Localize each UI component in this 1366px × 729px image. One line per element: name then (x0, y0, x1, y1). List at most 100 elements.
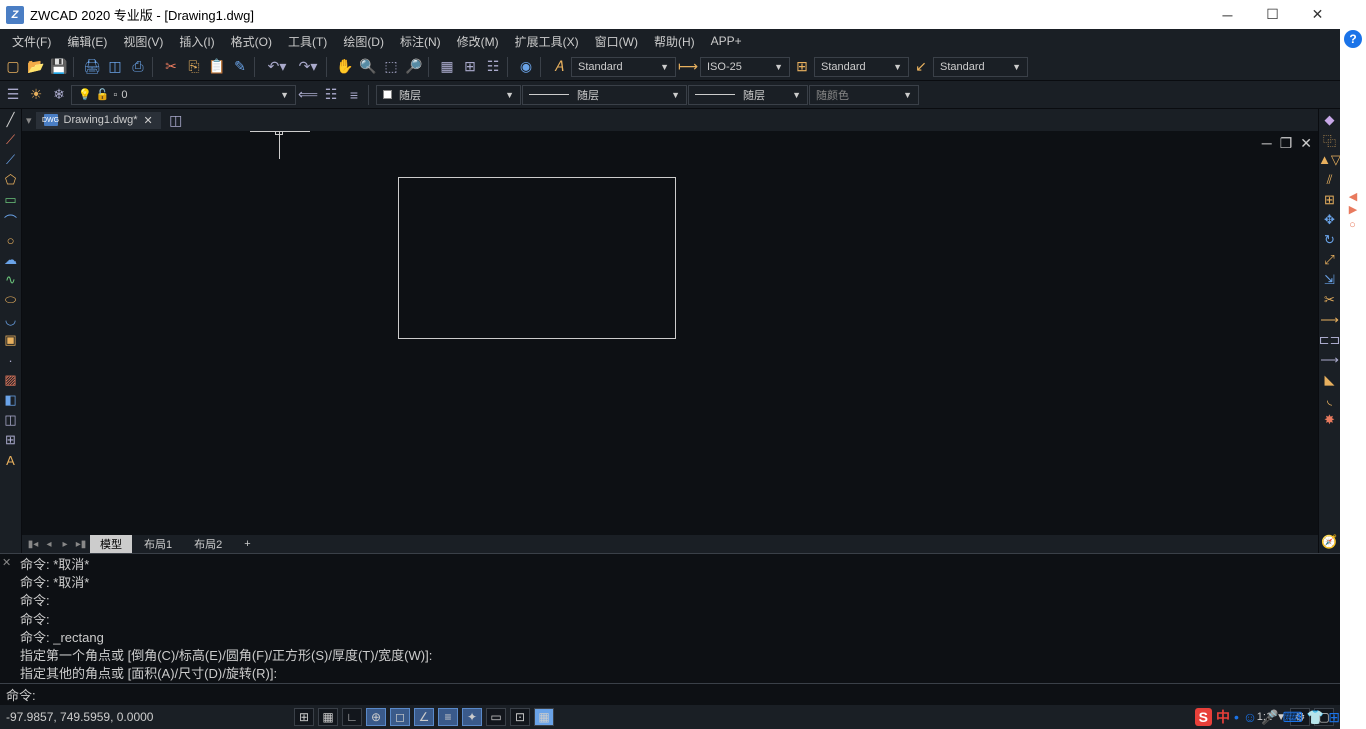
menu-app[interactable]: APP+ (703, 31, 750, 51)
xline-icon[interactable]: ⟋ (2, 131, 20, 149)
undo-button[interactable]: ↶▾ (262, 56, 292, 78)
explode-icon[interactable]: ✸ (1321, 411, 1339, 429)
fillet-icon[interactable]: ◟ (1321, 391, 1339, 409)
command-input[interactable] (40, 687, 1334, 702)
cycle-toggle[interactable]: ▭ (486, 708, 506, 726)
zoom-win-button[interactable]: ⬚ (380, 56, 402, 78)
ime-keyboard-icon[interactable]: ⌨ (1283, 709, 1303, 726)
tab-add[interactable]: + (234, 537, 260, 551)
ime-mic-icon[interactable]: 🎤 (1261, 709, 1278, 726)
osnap-toggle[interactable]: ◻ (390, 708, 410, 726)
break-icon[interactable]: ⊏⊐ (1321, 331, 1339, 349)
tab-prev-icon[interactable]: ◂ (42, 539, 56, 550)
ime-tool-icon[interactable]: ⊞ (1328, 709, 1340, 726)
pan-button[interactable]: ✋ (334, 56, 356, 78)
ime-skin-icon[interactable]: 👕 (1307, 709, 1324, 726)
menu-tools[interactable]: 工具(T) (280, 30, 335, 53)
lweight-dropdown[interactable]: 随层▼ (688, 85, 808, 105)
arc-icon[interactable]: ⌒ (2, 211, 20, 229)
save-button[interactable]: 💾 (48, 56, 70, 78)
tab-first-icon[interactable]: ▮◂ (26, 539, 40, 550)
table-button[interactable]: ▦ (436, 56, 458, 78)
snap-toggle[interactable]: ⊞ (294, 708, 314, 726)
tab-close-icon[interactable]: ✕ (144, 114, 153, 127)
misc-toggle[interactable]: ▦ (534, 708, 554, 726)
spline-icon[interactable]: ∿ (2, 271, 20, 289)
tab-layout1[interactable]: 布局1 (134, 535, 182, 553)
menu-help[interactable]: 帮助(H) (646, 30, 703, 53)
circle-icon[interactable]: ○ (2, 231, 20, 249)
mdi-close-icon[interactable]: ✕ (1300, 135, 1312, 152)
layerwalk-button[interactable]: ≡ (343, 84, 365, 106)
cut-button[interactable]: ✂ (160, 56, 182, 78)
otrack-toggle[interactable]: ∠ (414, 708, 434, 726)
new-button[interactable]: ▢ (2, 56, 24, 78)
doc-tab-drawing1[interactable]: DWG Drawing1.dwg* ✕ (36, 112, 161, 129)
ime-emoji-icon[interactable]: ☺ (1243, 709, 1257, 725)
props-button[interactable]: ☷ (482, 56, 504, 78)
textstyle-icon[interactable]: 𝐴 (548, 56, 570, 78)
calc-button[interactable]: ⊞ (459, 56, 481, 78)
copy-button[interactable]: ⎘ (183, 56, 205, 78)
tablestyle-dropdown[interactable]: Standard▼ (814, 57, 909, 77)
ime-punct-icon[interactable]: • (1234, 709, 1239, 725)
color-dropdown[interactable]: 随层▼ (376, 85, 521, 105)
rotate-icon[interactable]: ↻ (1321, 231, 1339, 249)
tab-next-icon[interactable]: ▸ (58, 539, 72, 550)
command-line[interactable]: 命令: (0, 683, 1340, 705)
mirror-icon[interactable]: ▲▽ (1321, 151, 1339, 169)
layeriso-button[interactable]: ☀ (25, 84, 47, 106)
menu-window[interactable]: 窗口(W) (587, 30, 646, 53)
ltype-dropdown[interactable]: 随层▼ (522, 85, 687, 105)
nav-icon[interactable]: 🧭 (1321, 533, 1339, 551)
layerfreeze-button[interactable]: ❄ (48, 84, 70, 106)
menu-edit[interactable]: 编辑(E) (59, 30, 115, 53)
menu-modify[interactable]: 修改(M) (449, 30, 507, 53)
zoom-rt-button[interactable]: 🔍 (357, 56, 379, 78)
close-button[interactable]: ✕ (1295, 0, 1340, 29)
block-icon[interactable]: ▣ (2, 331, 20, 349)
textstyle-dropdown[interactable]: Standard▼ (571, 57, 676, 77)
tab-layout2[interactable]: 布局2 (184, 535, 232, 553)
mdi-minimize-icon[interactable]: ─ (1262, 135, 1272, 152)
revcloud-icon[interactable]: ☁ (2, 251, 20, 269)
layermanager-button[interactable]: ☰ (2, 84, 24, 106)
table-icon[interactable]: ⊞ (2, 431, 20, 449)
model-toggle[interactable]: ⊡ (510, 708, 530, 726)
menu-insert[interactable]: 插入(I) (171, 30, 222, 53)
move-icon[interactable]: ✥ (1321, 211, 1339, 229)
chamfer-icon[interactable]: ◣ (1321, 371, 1339, 389)
layerstate-button[interactable]: ☷ (320, 84, 342, 106)
mdi-restore-icon[interactable]: ❐ (1280, 135, 1293, 152)
scale-icon[interactable]: ⤢ (1321, 251, 1339, 269)
lwt-toggle[interactable]: ≡ (438, 708, 458, 726)
polar-toggle[interactable]: ⊕ (366, 708, 386, 726)
help-bubble-icon[interactable]: ? (1344, 30, 1362, 48)
pline-icon[interactable]: ⟋ (2, 151, 20, 169)
dimstyle-icon[interactable]: ⟼ (677, 56, 699, 78)
dimstyle-dropdown[interactable]: ISO-25▼ (700, 57, 790, 77)
publish-button[interactable]: ⎙ (127, 56, 149, 78)
drawing-canvas[interactable]: ─ ❐ ✕ (22, 131, 1318, 535)
ortho-toggle[interactable]: ∟ (342, 708, 362, 726)
menu-format[interactable]: 格式(O) (223, 30, 280, 53)
open-button[interactable]: 📂 (25, 56, 47, 78)
tab-last-icon[interactable]: ▸▮ (74, 539, 88, 550)
region-icon[interactable]: ◫ (2, 411, 20, 429)
menu-file[interactable]: 文件(F) (4, 30, 59, 53)
grid-toggle[interactable]: ▦ (318, 708, 338, 726)
mtext-icon[interactable]: A (2, 451, 20, 469)
ellipsearc-icon[interactable]: ◡ (2, 311, 20, 329)
array-icon[interactable]: ⊞ (1321, 191, 1339, 209)
maximize-button[interactable]: ☐ (1250, 0, 1295, 29)
gradient-icon[interactable]: ◧ (2, 391, 20, 409)
matchprop-button[interactable]: ✎ (229, 56, 251, 78)
tablestyle-icon[interactable]: ⊞ (791, 56, 813, 78)
coords-display[interactable]: -97.9857, 749.5959, 0.0000 (6, 710, 186, 724)
layerprev-button[interactable]: ⟸ (297, 84, 319, 106)
ime-logo-icon[interactable]: S (1195, 708, 1212, 726)
paste-button[interactable]: 📋 (206, 56, 228, 78)
tab-model[interactable]: 模型 (90, 535, 132, 553)
ime-lang-button[interactable]: 中 (1216, 707, 1230, 727)
offset-icon[interactable]: ⫽ (1321, 171, 1339, 189)
